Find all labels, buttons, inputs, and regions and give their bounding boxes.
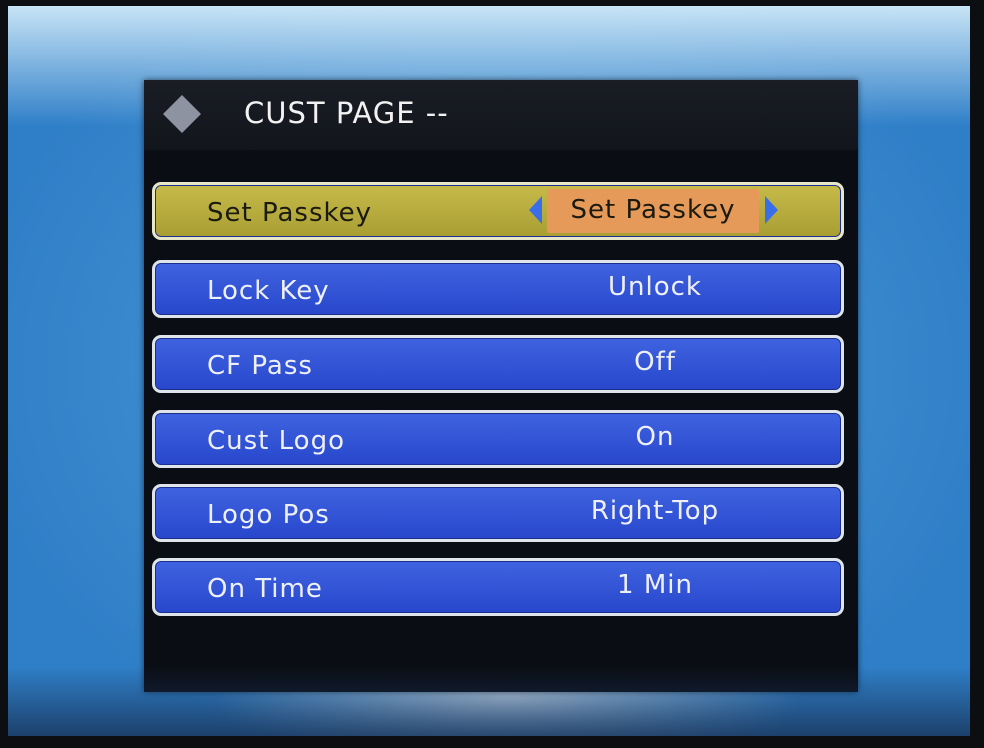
tv-screen: CUST PAGE -- Set Passkey Set Passkey Loc… [8, 6, 970, 736]
menu-item-label: Set Passkey [207, 198, 373, 228]
arrow-right-icon[interactable] [765, 196, 778, 224]
diamond-icon [163, 95, 201, 133]
menu-item-value: Set Passkey [570, 195, 736, 225]
menu-item-value: 1 Min [617, 570, 693, 600]
menu-item-cust-logo[interactable]: Cust Logo On [152, 410, 844, 468]
menu-item-logo-pos[interactable]: Logo Pos Right-Top [152, 484, 844, 542]
menu-item-label: Logo Pos [207, 500, 330, 530]
menu-item-value: Right-Top [590, 496, 720, 526]
menu-item-value-box: Set Passkey [547, 189, 759, 233]
page-title: CUST PAGE -- [244, 96, 449, 130]
menu-item-set-passkey[interactable]: Set Passkey Set Passkey [152, 182, 844, 240]
menu-item-lock-key[interactable]: Lock Key Unlock [152, 260, 844, 318]
osd-menu-panel: CUST PAGE -- Set Passkey Set Passkey Loc… [144, 80, 858, 692]
arrow-left-icon[interactable] [529, 196, 542, 224]
menu-item-value: Unlock [608, 272, 702, 302]
menu-item-cf-pass[interactable]: CF Pass Off [152, 335, 844, 393]
menu-item-value: On [635, 422, 675, 452]
menu-item-value: Off [634, 347, 676, 377]
menu-item-label: Lock Key [207, 276, 330, 306]
menu-item-on-time[interactable]: On Time 1 Min [152, 558, 844, 616]
menu-item-label: Cust Logo [207, 426, 345, 456]
menu-item-label: On Time [207, 574, 323, 604]
menu-item-label: CF Pass [207, 351, 313, 381]
menu-header: CUST PAGE -- [144, 80, 858, 150]
